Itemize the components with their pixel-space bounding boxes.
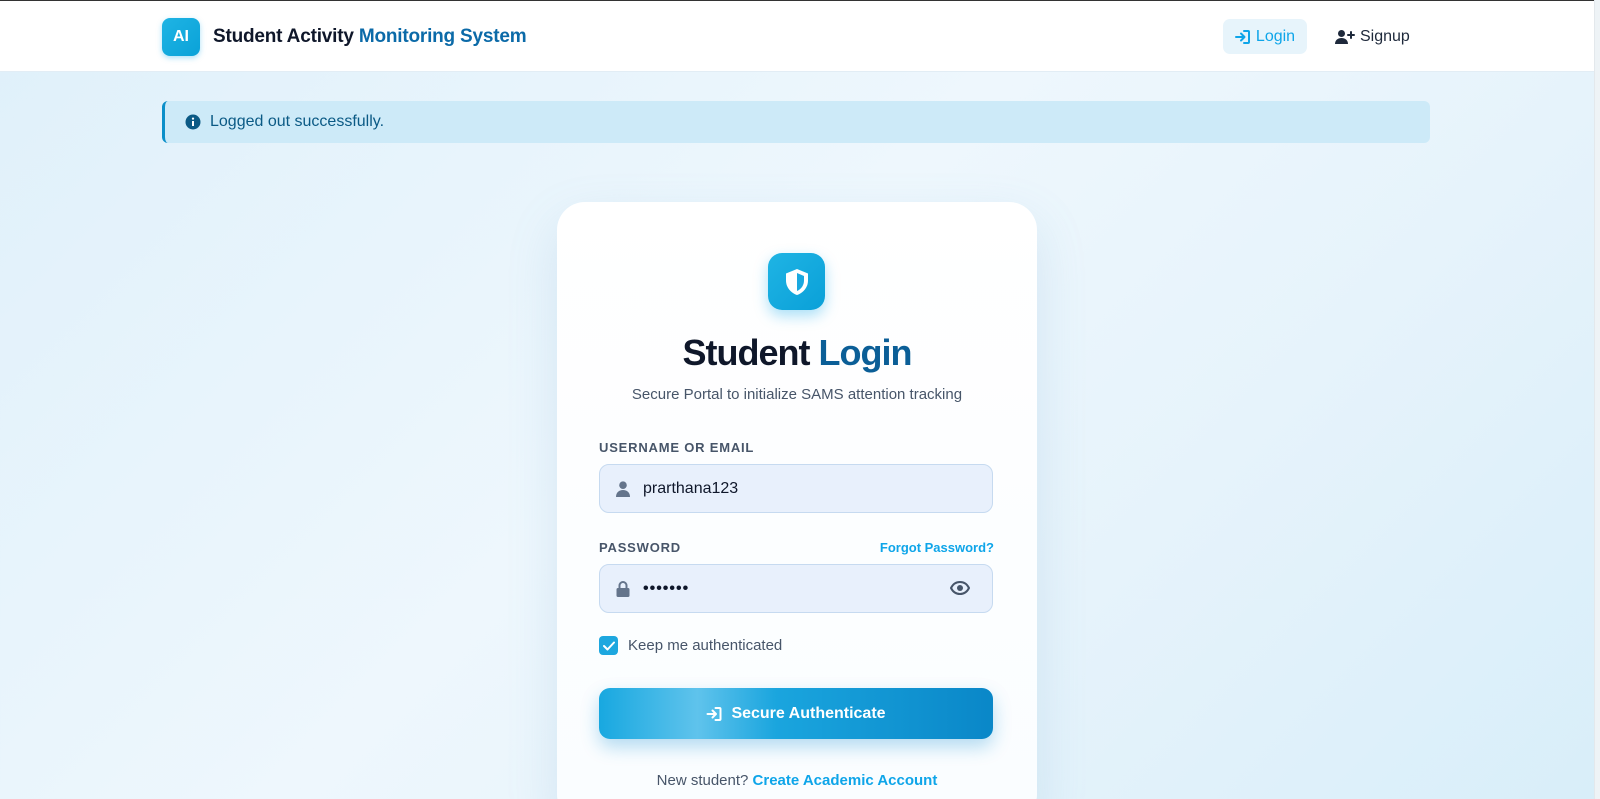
password-field[interactable]: ••••••• [599, 564, 993, 613]
logout-alert: Logged out successfully. [162, 101, 1430, 143]
scrollbar[interactable] [1594, 0, 1600, 799]
secure-authenticate-button[interactable]: Secure Authenticate [599, 688, 993, 739]
nav-signup-link[interactable]: Signup [1335, 19, 1425, 54]
info-icon [185, 114, 201, 130]
brand-title-part2: Monitoring System [358, 26, 527, 47]
shield-icon [785, 268, 808, 295]
page-title: Student Login [557, 332, 1037, 374]
nav-signup-label: Signup [1360, 27, 1410, 45]
submit-label: Secure Authenticate [731, 704, 886, 722]
alert-message: Logged out successfully. [210, 113, 385, 130]
signup-prompt: New student? Create Academic Account [557, 772, 1037, 789]
page-title-part1: Student [682, 332, 811, 373]
eye-icon[interactable] [949, 580, 971, 601]
nav-login-link[interactable]: Login [1223, 19, 1307, 54]
login-card: Student Login Secure Portal to initializ… [557, 202, 1037, 799]
brand[interactable]: AI Student Activity Monitoring System [162, 18, 527, 56]
brand-title-part1: Student Activity [213, 26, 354, 47]
page-title-part2: Login [818, 332, 913, 373]
navbar: AI Student Activity Monitoring System Lo… [0, 1, 1594, 72]
nav-login-label: Login [1255, 27, 1296, 45]
create-account-link[interactable]: Create Academic Account [753, 772, 938, 789]
remember-checkbox[interactable] [599, 636, 618, 655]
password-label: PASSWORD [599, 540, 681, 555]
brand-logo: AI [162, 18, 200, 56]
username-value: prarthana123 [643, 479, 739, 497]
lock-icon [614, 580, 632, 597]
password-value: ••••••• [643, 579, 690, 597]
user-icon [614, 480, 632, 497]
shield-badge [768, 253, 825, 310]
forgot-password-link[interactable]: Forgot Password? [880, 540, 994, 555]
sign-in-icon [1234, 29, 1250, 44]
signup-prompt-text: New student? [656, 772, 749, 789]
remember-me[interactable]: Keep me authenticated [599, 636, 782, 655]
remember-label: Keep me authenticated [628, 637, 783, 654]
check-icon [602, 641, 615, 650]
sign-in-icon [706, 706, 722, 721]
page-subtitle: Secure Portal to initialize SAMS attenti… [631, 386, 963, 403]
username-label: USERNAME OR EMAIL [599, 440, 755, 455]
brand-title: Student Activity Monitoring System [213, 26, 527, 48]
username-field[interactable]: prarthana123 [599, 464, 993, 513]
user-plus-icon [1335, 29, 1355, 44]
